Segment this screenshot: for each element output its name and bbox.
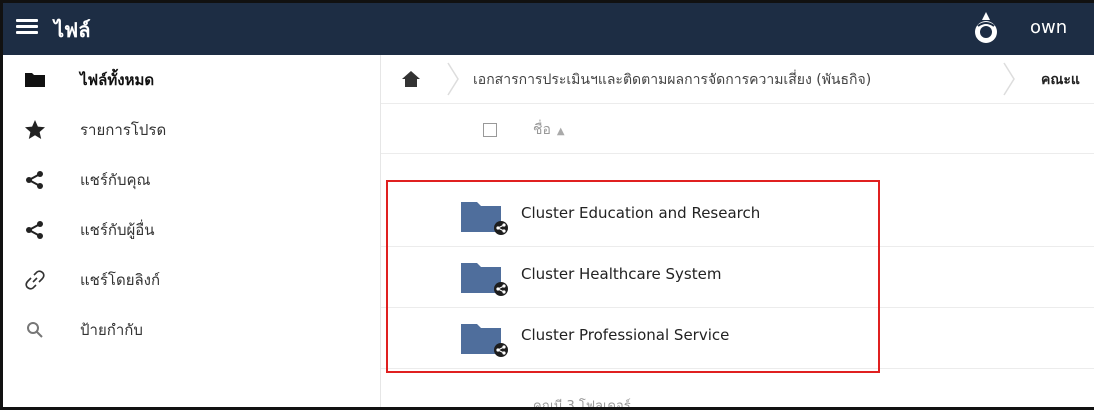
- sidebar-item-shared-with-you[interactable]: แชร์กับคุณ: [0, 155, 380, 205]
- user-name[interactable]: own: [1030, 17, 1067, 38]
- logo-icon[interactable]: [968, 10, 1004, 46]
- sidebar-item-label: แชร์กับผู้อื่น: [80, 221, 155, 239]
- folder-name[interactable]: Cluster Education and Research: [521, 204, 760, 222]
- sidebar-item-label: แชร์โดยลิงก์: [80, 271, 161, 289]
- chevron-right-icon: [1003, 62, 1015, 96]
- breadcrumb: เอกสารการประเมินฯและติดตามผลการจัดการควา…: [381, 55, 1094, 104]
- share-icon: [26, 171, 43, 189]
- sidebar-item-shared-with-others[interactable]: แชร์กับผู้อื่น: [0, 205, 380, 255]
- sidebar: ไฟล์ทั้งหมด รายการโปรด แชร์กับคุณ แชร์กั…: [0, 55, 381, 410]
- list-header: ชื่อ ▲: [381, 103, 1094, 154]
- sidebar-item-tags[interactable]: ป้ายกำกับ: [0, 305, 380, 355]
- breadcrumb-item[interactable]: เอกสารการประเมินฯและติดตามผลการจัดการควา…: [473, 69, 871, 91]
- sidebar-item-label: แชร์กับคุณ: [80, 171, 151, 189]
- sidebar-item-label: รายการโปรด: [80, 121, 167, 139]
- name-column-label: ชื่อ: [533, 122, 551, 138]
- folder-row[interactable]: Cluster Professional Service: [381, 307, 1094, 369]
- name-column-header[interactable]: ชื่อ ▲: [533, 119, 565, 141]
- folder-name[interactable]: Cluster Healthcare System: [521, 265, 721, 283]
- shared-folder-icon: [461, 324, 508, 357]
- folder-icon: [25, 73, 45, 87]
- sidebar-item-all-files[interactable]: ไฟล์ทั้งหมด: [0, 55, 380, 105]
- folder-row[interactable]: Cluster Healthcare System: [381, 246, 1094, 308]
- sort-ascending-icon: ▲: [556, 126, 565, 137]
- sidebar-item-favorites[interactable]: รายการโปรด: [0, 105, 380, 155]
- top-bar: ไฟล์ own: [0, 0, 1094, 55]
- search-icon: [27, 322, 43, 338]
- sidebar-item-label: ไฟล์ทั้งหมด: [80, 71, 155, 89]
- star-icon: [25, 120, 45, 139]
- link-icon: [25, 270, 45, 290]
- folder-count-summary: คณมี 3 โฟลเดอร์: [533, 399, 631, 414]
- sidebar-item-label: ป้ายกำกับ: [80, 321, 143, 339]
- shared-folder-icon: [461, 202, 508, 235]
- app-title: ไฟล์: [54, 18, 91, 42]
- share-icon: [26, 221, 43, 239]
- breadcrumb-current[interactable]: คณะแ: [1041, 69, 1080, 91]
- select-all-checkbox[interactable]: [483, 123, 497, 137]
- home-icon[interactable]: [401, 69, 421, 89]
- chevron-right-icon: [447, 62, 459, 96]
- sidebar-item-shared-by-link[interactable]: แชร์โดยลิงก์: [0, 255, 380, 305]
- folder-name[interactable]: Cluster Professional Service: [521, 326, 729, 344]
- shared-folder-icon: [461, 263, 508, 296]
- file-list-area: เอกสารการประเมินฯและติดตามผลการจัดการควา…: [381, 55, 1094, 414]
- folder-row[interactable]: Cluster Education and Research: [381, 185, 1094, 247]
- menu-icon[interactable]: [16, 16, 38, 38]
